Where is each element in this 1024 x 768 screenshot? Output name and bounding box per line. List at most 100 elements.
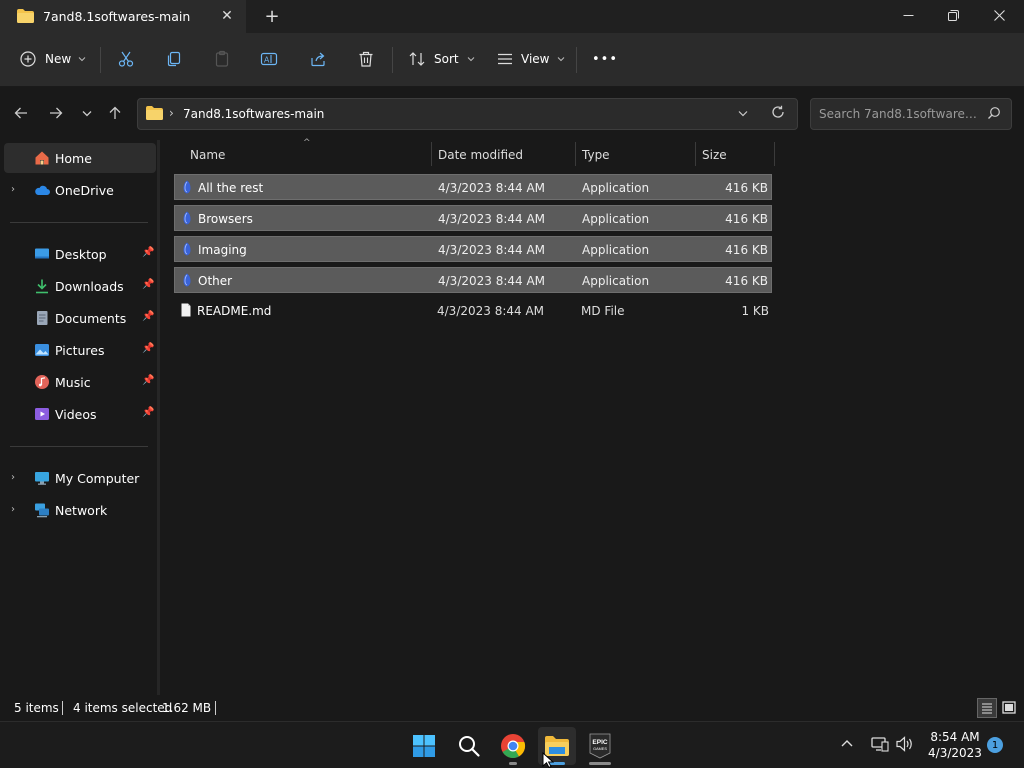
- sort-ascending-icon: ^: [303, 138, 311, 148]
- copy-button[interactable]: [165, 45, 183, 73]
- command-bar: New A Sort View •••: [0, 33, 1024, 87]
- view-label: View: [521, 52, 550, 66]
- search-button[interactable]: [454, 731, 484, 761]
- file-type: Application: [582, 243, 650, 257]
- column-label: Type: [582, 148, 610, 162]
- sidebar-item-home[interactable]: Home: [4, 143, 156, 173]
- download-icon: [36, 279, 48, 294]
- delete-button[interactable]: [357, 45, 375, 73]
- sidebar-item-my-computer[interactable]: › My Computer: [4, 463, 156, 493]
- tiles-view-button[interactable]: [999, 698, 1019, 718]
- expand-chevron-icon[interactable]: ›: [11, 184, 15, 195]
- tab-current-folder[interactable]: 7and8.1softwares-main ✕: [0, 0, 246, 33]
- details-view-button[interactable]: [977, 698, 997, 718]
- more-options-button[interactable]: •••: [592, 45, 618, 73]
- back-button[interactable]: [10, 102, 32, 124]
- file-row[interactable]: Other 4/3/2023 8:44 AM Application 416 K…: [174, 267, 772, 293]
- restore-button[interactable]: [930, 0, 976, 30]
- close-tab-button[interactable]: ✕: [217, 6, 237, 26]
- sidebar-item-label: OneDrive: [55, 183, 114, 198]
- pin-icon: 📌: [142, 247, 155, 258]
- network-icon: [871, 737, 889, 752]
- minimize-button[interactable]: [885, 0, 931, 30]
- sidebar-item-network[interactable]: › Network: [4, 495, 156, 525]
- sort-button[interactable]: Sort: [408, 45, 475, 73]
- up-button[interactable]: [104, 102, 126, 124]
- details-view-icon: [982, 703, 992, 714]
- share-button[interactable]: [309, 45, 327, 73]
- paste-button[interactable]: [213, 45, 231, 73]
- file-date: 4/3/2023 8:44 AM: [438, 181, 546, 195]
- sidebar-item-label: Network: [55, 503, 108, 518]
- chevron-down-icon: [467, 57, 474, 62]
- cut-button[interactable]: [117, 45, 135, 73]
- sidebar-item-label: My Computer: [55, 471, 140, 486]
- file-list: ^ Name Date modified Type Size All the r…: [163, 138, 1024, 695]
- address-dropdown-button[interactable]: [738, 106, 748, 120]
- trash-icon: [359, 51, 373, 67]
- clock[interactable]: 8:54 AM 4/3/2023: [920, 729, 990, 761]
- file-row[interactable]: Browsers 4/3/2023 8:44 AM Application 41…: [174, 205, 772, 231]
- cloud-icon: [35, 185, 50, 195]
- pin-icon: 📌: [142, 279, 155, 290]
- column-header-name[interactable]: Name: [190, 141, 225, 169]
- new-button[interactable]: New: [20, 45, 86, 73]
- network-status-icon[interactable]: [871, 736, 889, 755]
- computer-icon: [35, 472, 49, 485]
- start-button[interactable]: [409, 731, 439, 761]
- arrow-up-icon: [109, 106, 121, 119]
- file-row[interactable]: Imaging 4/3/2023 8:44 AM Application 416…: [174, 236, 772, 262]
- sidebar-item-videos[interactable]: Videos 📌: [4, 399, 156, 429]
- address-bar[interactable]: › 7and8.1softwares-main: [137, 98, 798, 130]
- clock-time: 8:54 AM: [930, 730, 980, 744]
- sidebar-item-onedrive[interactable]: › OneDrive: [4, 175, 156, 205]
- sidebar-item-label: Downloads: [55, 279, 124, 294]
- column-header-type[interactable]: Type: [582, 141, 610, 169]
- file-row[interactable]: All the rest 4/3/2023 8:44 AM Applicatio…: [174, 174, 772, 200]
- expand-chevron-icon[interactable]: ›: [11, 504, 15, 515]
- sidebar-item-label: Pictures: [55, 343, 105, 358]
- close-window-button[interactable]: [976, 0, 1022, 30]
- column-header-size[interactable]: Size: [702, 141, 727, 169]
- expand-chevron-icon[interactable]: ›: [11, 472, 15, 483]
- forward-button[interactable]: [45, 102, 67, 124]
- file-row[interactable]: README.md 4/3/2023 8:44 AM MD File 1 KB: [174, 298, 772, 324]
- rename-button[interactable]: A: [260, 45, 278, 73]
- more-icon: •••: [592, 51, 619, 67]
- videos-icon: [35, 408, 49, 420]
- sidebar-item-label: Documents: [55, 311, 127, 326]
- sidebar-item-desktop[interactable]: Desktop 📌: [4, 239, 156, 269]
- file-type: Application: [582, 181, 650, 195]
- application-icon: [183, 211, 191, 225]
- volume-button[interactable]: [896, 736, 914, 755]
- restore-icon: [947, 9, 959, 21]
- column-label: Name: [190, 148, 226, 162]
- minimize-icon: [903, 14, 913, 16]
- sidebar-item-pictures[interactable]: Pictures 📌: [4, 335, 156, 365]
- search-input[interactable]: Search 7and8.1softwares-m...: [810, 98, 1012, 130]
- chrome-button[interactable]: [498, 731, 528, 761]
- sidebar-item-label: Videos: [55, 407, 97, 422]
- new-tab-button[interactable]: +: [262, 6, 282, 27]
- file-name: All the rest: [198, 181, 264, 195]
- pin-icon: 📌: [142, 375, 155, 386]
- windows-logo-icon: [413, 735, 435, 757]
- notification-badge[interactable]: 1: [987, 737, 1003, 753]
- arrow-right-icon: [50, 107, 63, 119]
- show-hidden-icons-button[interactable]: [841, 736, 853, 750]
- document-icon: [37, 311, 48, 325]
- chevron-down-icon: [82, 110, 92, 116]
- sidebar-item-music[interactable]: Music 📌: [4, 367, 156, 397]
- sidebar-item-downloads[interactable]: Downloads 📌: [4, 271, 156, 301]
- share-icon: [311, 52, 325, 67]
- refresh-button[interactable]: [771, 105, 785, 122]
- file-icon: [181, 303, 191, 317]
- item-count: 5 items: [14, 701, 59, 715]
- recent-locations-button[interactable]: [76, 102, 98, 124]
- view-button[interactable]: View: [496, 45, 565, 73]
- sidebar-item-documents[interactable]: Documents 📌: [4, 303, 156, 333]
- tiles-view-icon: [1002, 701, 1016, 714]
- column-header-date[interactable]: Date modified: [438, 141, 523, 169]
- breadcrumb-current[interactable]: 7and8.1softwares-main: [183, 107, 324, 121]
- epic-games-button[interactable]: EPIC GAMES: [585, 731, 615, 761]
